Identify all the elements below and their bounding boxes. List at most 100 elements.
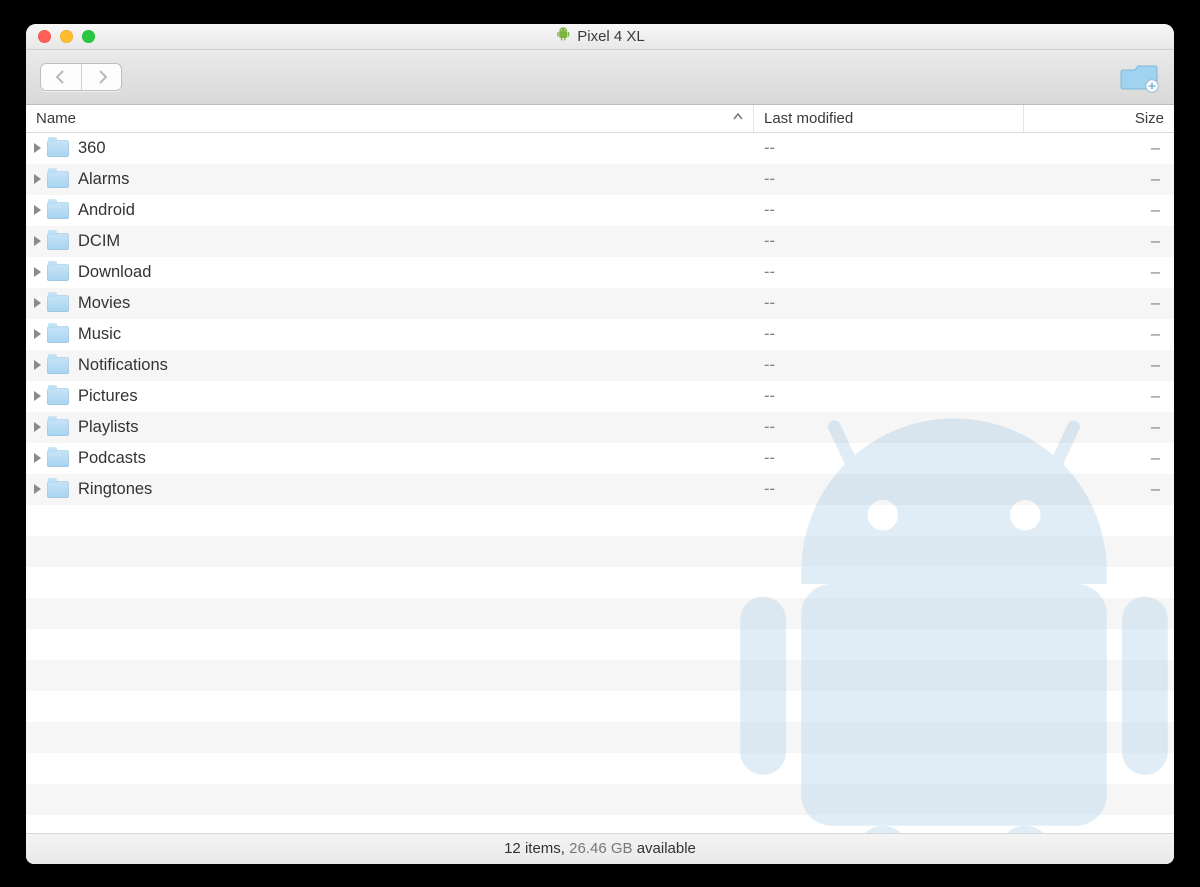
folder-icon bbox=[47, 264, 69, 281]
disclosure-triangle-icon[interactable] bbox=[34, 174, 41, 184]
disclosure-triangle-icon[interactable] bbox=[34, 391, 41, 401]
disclosure-triangle-icon[interactable] bbox=[34, 453, 41, 463]
table-row[interactable]: Pictures--– bbox=[26, 381, 1174, 412]
file-size: – bbox=[1151, 201, 1160, 220]
column-header-row: Name Last modified Size bbox=[26, 105, 1174, 133]
empty-row bbox=[26, 691, 1174, 722]
file-modified: -- bbox=[764, 480, 775, 499]
column-header-size[interactable]: Size bbox=[1024, 105, 1174, 132]
table-row[interactable]: DCIM -- – bbox=[26, 226, 1174, 257]
file-name: Download bbox=[78, 263, 151, 282]
table-row[interactable]: Notifications -- – bbox=[26, 350, 1174, 381]
android-device-icon bbox=[555, 26, 571, 46]
chevron-right-icon bbox=[96, 70, 108, 84]
table-row[interactable]: 360--– bbox=[26, 133, 1174, 164]
disclosure-triangle-icon[interactable] bbox=[34, 422, 41, 432]
table-row[interactable]: Download--– bbox=[26, 257, 1174, 288]
empty-row bbox=[26, 660, 1174, 691]
table-row[interactable]: Alarms--– bbox=[26, 164, 1174, 195]
table-row[interactable]: Movies--– bbox=[26, 288, 1174, 319]
status-bar: 12 items, 26.46 GB available bbox=[26, 833, 1174, 863]
column-header-size-label: Size bbox=[1135, 110, 1164, 127]
disclosure-triangle-icon[interactable] bbox=[34, 205, 41, 215]
file-name: Music bbox=[78, 325, 121, 344]
file-modified: -- bbox=[764, 263, 775, 282]
empty-row bbox=[26, 567, 1174, 598]
status-item-count: 12 items, bbox=[504, 840, 565, 857]
empty-row bbox=[26, 629, 1174, 660]
disclosure-triangle-icon[interactable] bbox=[34, 143, 41, 153]
folder-icon bbox=[47, 419, 69, 436]
titlebar: Pixel 4 XL bbox=[26, 24, 1174, 50]
sort-ascending-icon bbox=[733, 111, 743, 125]
status-free-space-value: 26.46 GB bbox=[569, 840, 632, 857]
file-size: – bbox=[1151, 232, 1160, 251]
column-header-modified[interactable]: Last modified bbox=[754, 105, 1024, 132]
file-name: Android bbox=[78, 201, 135, 220]
zoom-button[interactable] bbox=[82, 30, 95, 43]
empty-row bbox=[26, 722, 1174, 753]
app-window: Pixel 4 XL Name bbox=[26, 24, 1174, 864]
file-name: Movies bbox=[78, 294, 130, 313]
file-name: 360 bbox=[78, 139, 106, 158]
disclosure-triangle-icon[interactable] bbox=[34, 298, 41, 308]
empty-row bbox=[26, 815, 1174, 833]
empty-row bbox=[26, 784, 1174, 815]
new-folder-button[interactable] bbox=[1120, 61, 1160, 93]
table-row[interactable]: Playlists -- – bbox=[26, 412, 1174, 443]
file-modified: -- bbox=[764, 232, 775, 251]
file-size: – bbox=[1151, 356, 1160, 375]
window-title-wrap: Pixel 4 XL bbox=[555, 26, 645, 46]
file-modified: -- bbox=[764, 325, 775, 344]
file-size: – bbox=[1151, 449, 1160, 468]
forward-button[interactable] bbox=[81, 64, 121, 90]
file-modified: -- bbox=[764, 418, 775, 437]
file-name: Notifications bbox=[78, 356, 168, 375]
file-name: Alarms bbox=[78, 170, 129, 189]
file-modified: -- bbox=[764, 449, 775, 468]
disclosure-triangle-icon[interactable] bbox=[34, 329, 41, 339]
file-modified: -- bbox=[764, 356, 775, 375]
traffic-lights bbox=[38, 30, 95, 43]
file-size: – bbox=[1151, 418, 1160, 437]
column-header-modified-label: Last modified bbox=[764, 110, 853, 127]
file-list: 360--–Alarms--–Android--–DCIM--–Download… bbox=[26, 133, 1174, 833]
close-button[interactable] bbox=[38, 30, 51, 43]
disclosure-triangle-icon[interactable] bbox=[34, 267, 41, 277]
file-name: Ringtones bbox=[78, 480, 152, 499]
folder-icon bbox=[47, 388, 69, 405]
table-row[interactable]: Music -- – bbox=[26, 319, 1174, 350]
column-header-name[interactable]: Name bbox=[26, 105, 754, 132]
folder-icon bbox=[47, 326, 69, 343]
empty-row bbox=[26, 753, 1174, 784]
table-row[interactable]: Ringtones -- – bbox=[26, 474, 1174, 505]
empty-row bbox=[26, 598, 1174, 629]
file-modified: -- bbox=[764, 139, 775, 158]
toolbar bbox=[26, 50, 1174, 105]
file-size: – bbox=[1151, 325, 1160, 344]
folder-icon bbox=[47, 202, 69, 219]
file-size: – bbox=[1151, 294, 1160, 313]
file-name: DCIM bbox=[78, 232, 120, 251]
folder-icon bbox=[47, 357, 69, 374]
folder-icon bbox=[47, 140, 69, 157]
file-modified: -- bbox=[764, 201, 775, 220]
file-name: Playlists bbox=[78, 418, 139, 437]
empty-row bbox=[26, 536, 1174, 567]
file-size: – bbox=[1151, 480, 1160, 499]
folder-icon bbox=[47, 233, 69, 250]
disclosure-triangle-icon[interactable] bbox=[34, 236, 41, 246]
new-folder-icon bbox=[1120, 61, 1160, 93]
back-button[interactable] bbox=[41, 64, 81, 90]
minimize-button[interactable] bbox=[60, 30, 73, 43]
table-row[interactable]: Podcasts--– bbox=[26, 443, 1174, 474]
disclosure-triangle-icon[interactable] bbox=[34, 484, 41, 494]
file-modified: -- bbox=[764, 387, 775, 406]
folder-icon bbox=[47, 171, 69, 188]
status-free-space-suffix: available bbox=[637, 840, 696, 857]
folder-icon bbox=[47, 450, 69, 467]
window-title: Pixel 4 XL bbox=[577, 28, 645, 45]
disclosure-triangle-icon[interactable] bbox=[34, 360, 41, 370]
empty-row bbox=[26, 505, 1174, 536]
table-row[interactable]: Android -- – bbox=[26, 195, 1174, 226]
